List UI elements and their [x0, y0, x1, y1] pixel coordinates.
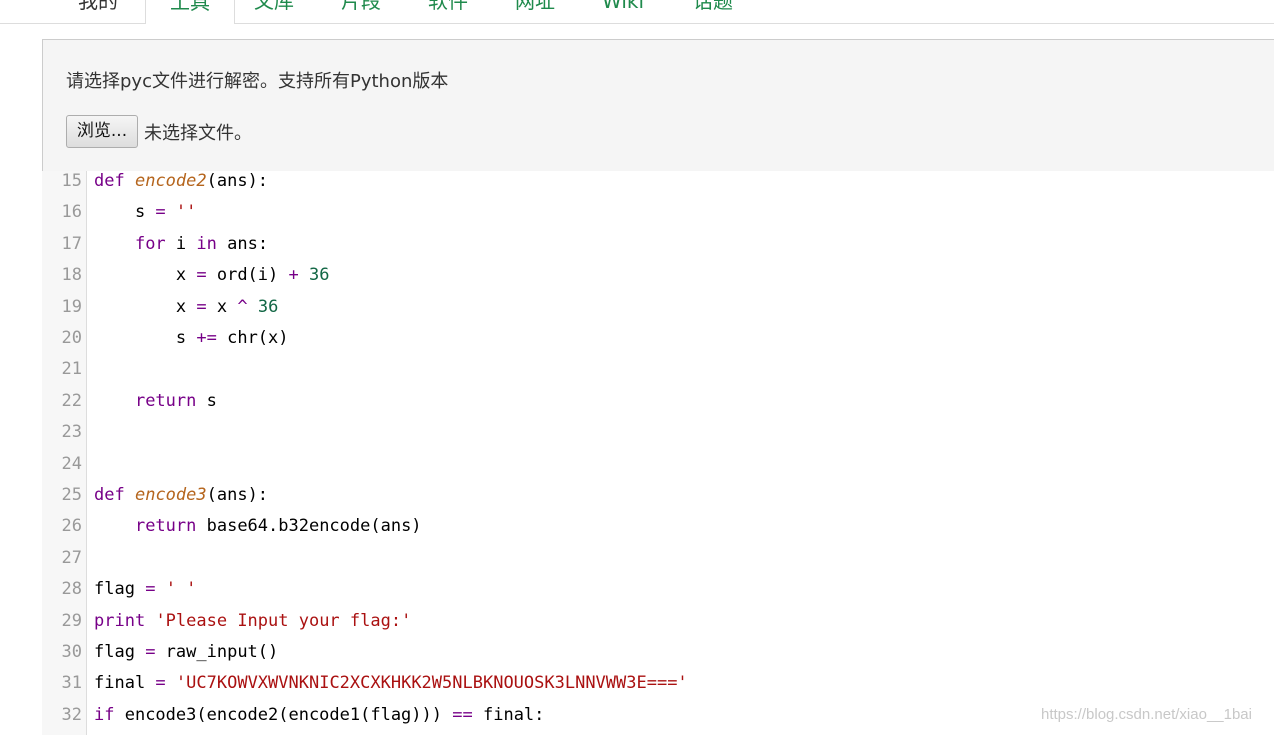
line-code: final = 'UC7KOWVXWVNKNIC2XCXKHKK2W5NLBKN… — [94, 673, 688, 694]
tab-snippets[interactable]: 片段 — [341, 0, 381, 22]
line-number: 21 — [61, 359, 82, 380]
code-line: 25 def encode3(ans): — [42, 485, 1274, 516]
line-number: 24 — [61, 453, 82, 474]
tab-software[interactable]: 软件 — [428, 0, 468, 22]
code-line: 24 — [42, 454, 1274, 485]
tab-mine[interactable]: 我的 — [78, 0, 118, 22]
top-nav: 我的 工具 文库 片段 软件 网址 Wiki 话题 — [0, 0, 1274, 24]
tab-wiki[interactable]: Wiki — [602, 0, 644, 22]
browse-button[interactable]: 浏览... — [66, 115, 138, 148]
line-number: 19 — [61, 296, 82, 317]
line-code: def encode3(ans): — [94, 485, 269, 505]
line-code: x = ord(i) + 36 — [94, 265, 330, 286]
code-line: 21 — [42, 359, 1274, 390]
line-number: 28 — [61, 579, 82, 600]
line-number: 22 — [61, 390, 82, 411]
line-code: s = '' — [94, 202, 197, 223]
line-number: 30 — [61, 642, 82, 662]
line-code: return base64.b32encode(ans) — [134, 516, 422, 537]
tab-topics[interactable]: 话题 — [693, 0, 733, 22]
code-line: 19 x = x ^ 36 — [42, 297, 1274, 328]
code-editor[interactable]: 15 def encode2(ans): 16 s = '' 17 for i in … — [42, 171, 1274, 735]
line-code: if encode3(encode2(encode1(flag))) == fi… — [94, 704, 545, 725]
line-number: 27 — [61, 547, 82, 568]
line-code: s += chr(x) — [94, 328, 289, 348]
code-line: 29 print 'Please Input your flag:' — [42, 611, 1274, 642]
line-code: print 'Please Input your flag:' — [94, 610, 412, 631]
line-number: 25 — [61, 485, 82, 505]
code-line: 26 return base64.b32encode(ans) — [42, 516, 1274, 547]
code-line: 18 x = ord(i) + 36 — [42, 265, 1274, 296]
code-line: 17 for i in ans: — [42, 234, 1274, 265]
line-number: 26 — [61, 516, 82, 537]
line-number: 15 — [61, 171, 82, 191]
line-number: 17 — [61, 233, 82, 254]
line-code: for i in ans: — [134, 233, 269, 254]
line-number: 29 — [61, 610, 82, 631]
code-line: 16 s = '' — [42, 202, 1274, 233]
upload-hint: 请选择pyc文件进行解密。支持所有Python版本 — [66, 71, 449, 92]
file-status: 未选择文件。 — [144, 123, 252, 144]
code-line: 31 final = 'UC7KOWVXWVNKNIC2XCXKHKK2W5NLB… — [42, 673, 1274, 704]
watermark: https://blog.csdn.net/xiao__1bai — [1041, 706, 1252, 723]
code-line: 22 return s — [42, 391, 1274, 422]
line-code: x = x ^ 36 — [94, 296, 279, 317]
code-line: 28 flag = ' ' — [42, 579, 1274, 610]
tab-urls[interactable]: 网址 — [515, 0, 555, 22]
line-number: 23 — [61, 422, 82, 443]
line-number: 16 — [61, 202, 82, 223]
line-code: def encode2(ans): — [94, 171, 269, 191]
line-number: 32 — [61, 704, 82, 725]
line-code: flag = ' ' — [94, 579, 197, 600]
line-number: 31 — [61, 673, 82, 694]
upload-panel: 请选择pyc文件进行解密。支持所有Python版本 浏览... 未选择文件。 — [42, 39, 1274, 172]
code-line: 30 flag = raw_input() — [42, 642, 1274, 673]
line-code: flag = raw_input() — [94, 642, 279, 662]
line-number: 20 — [61, 328, 82, 348]
line-number: 18 — [61, 265, 82, 286]
code-line: 15 def encode2(ans): — [42, 171, 1274, 202]
tab-library[interactable]: 文库 — [254, 0, 294, 22]
tab-tools[interactable]: 工具 — [145, 0, 235, 24]
code-line: 20 s += chr(x) — [42, 328, 1274, 359]
code-line: 23 — [42, 422, 1274, 453]
code-line: 27 — [42, 548, 1274, 579]
line-code: return s — [134, 390, 217, 411]
